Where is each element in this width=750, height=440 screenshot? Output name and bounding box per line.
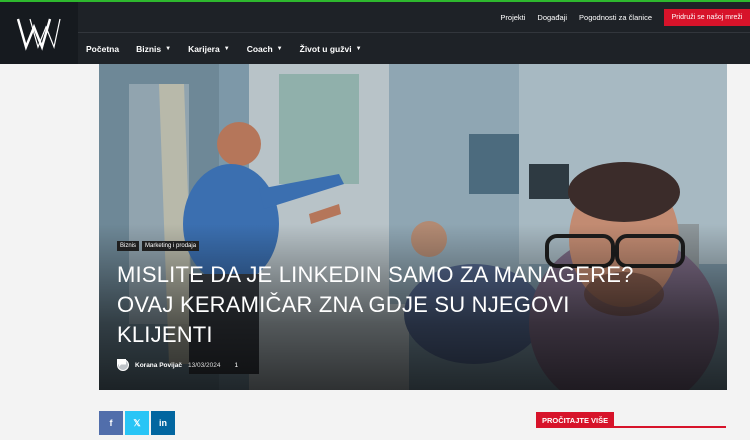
chevron-down-icon: ▼ <box>355 45 362 52</box>
top-link-pogodnosti[interactable]: Pogodnosti za članice <box>579 13 652 22</box>
nav-item-karijera[interactable]: Karijera ▼ <box>188 44 230 54</box>
chevron-down-icon: ▼ <box>165 45 172 52</box>
nav-item-label: Biznis <box>136 43 162 54</box>
logo-icon <box>16 18 61 51</box>
linkedin-share-button[interactable]: in <box>151 411 175 435</box>
article-date: 13/03/2024 <box>187 361 221 369</box>
nav-item-label: Život u gužvi <box>299 43 352 54</box>
nav-item-biznis[interactable]: Biznis ▼ <box>136 44 171 54</box>
facebook-icon: f <box>109 418 113 428</box>
read-more-section: PROČITAJTE VIŠE <box>536 412 726 428</box>
x-icon: 𝕏 <box>133 417 141 428</box>
nav-item-label: Karijera <box>188 43 220 54</box>
linkedin-icon: in <box>159 418 167 428</box>
tag-marketing-i-prodaja[interactable]: Marketing i prodaja <box>142 241 200 251</box>
nav-item-zivot-u-guzvi[interactable]: Život u gužvi ▼ <box>300 44 362 54</box>
tag-biznis[interactable]: Biznis <box>117 241 140 251</box>
article-title[interactable]: MISLITE DA JE LINKEDIN SAMO ZA MANAGERE?… <box>117 260 637 350</box>
x-share-button[interactable]: 𝕏 <box>125 411 149 435</box>
top-link-projekti[interactable]: Projekti <box>500 13 525 22</box>
comment-count-value: 1 <box>234 361 239 369</box>
top-bar: Projekti Događaji Pogodnosti za članice … <box>78 2 750 33</box>
article-tags: Biznis Marketing i prodaja <box>117 241 200 251</box>
featured-article-hero[interactable]: Biznis Marketing i prodaja MISLITE DA JE… <box>99 64 727 390</box>
nav-item-coach[interactable]: Coach ▼ <box>247 44 283 54</box>
author-name[interactable]: Korana Povijač <box>135 362 182 369</box>
comment-icon <box>117 359 126 367</box>
comment-count[interactable]: 1 <box>117 359 239 369</box>
nav-item-pocetna[interactable]: Početna <box>86 44 119 54</box>
main-nav: Početna Biznis ▼ Karijera ▼ Coach ▼ Život u… <box>78 33 750 64</box>
nav-item-label: Početna <box>86 43 120 54</box>
read-more-heading: PROČITAJTE VIŠE <box>536 412 615 428</box>
facebook-share-button[interactable]: f <box>99 411 123 435</box>
top-links: Projekti Događaji Pogodnosti za članice <box>500 2 652 33</box>
article-meta: Korana Povijač 13/03/2024 1 <box>117 359 238 371</box>
chevron-down-icon: ▼ <box>223 45 230 52</box>
top-link-dogadaji[interactable]: Događaji <box>537 13 567 22</box>
nav-item-label: Coach <box>246 43 273 54</box>
chevron-down-icon: ▼ <box>276 45 283 52</box>
join-network-button[interactable]: Pridruži se našoj mreži <box>664 9 750 26</box>
site-logo[interactable] <box>0 2 78 64</box>
